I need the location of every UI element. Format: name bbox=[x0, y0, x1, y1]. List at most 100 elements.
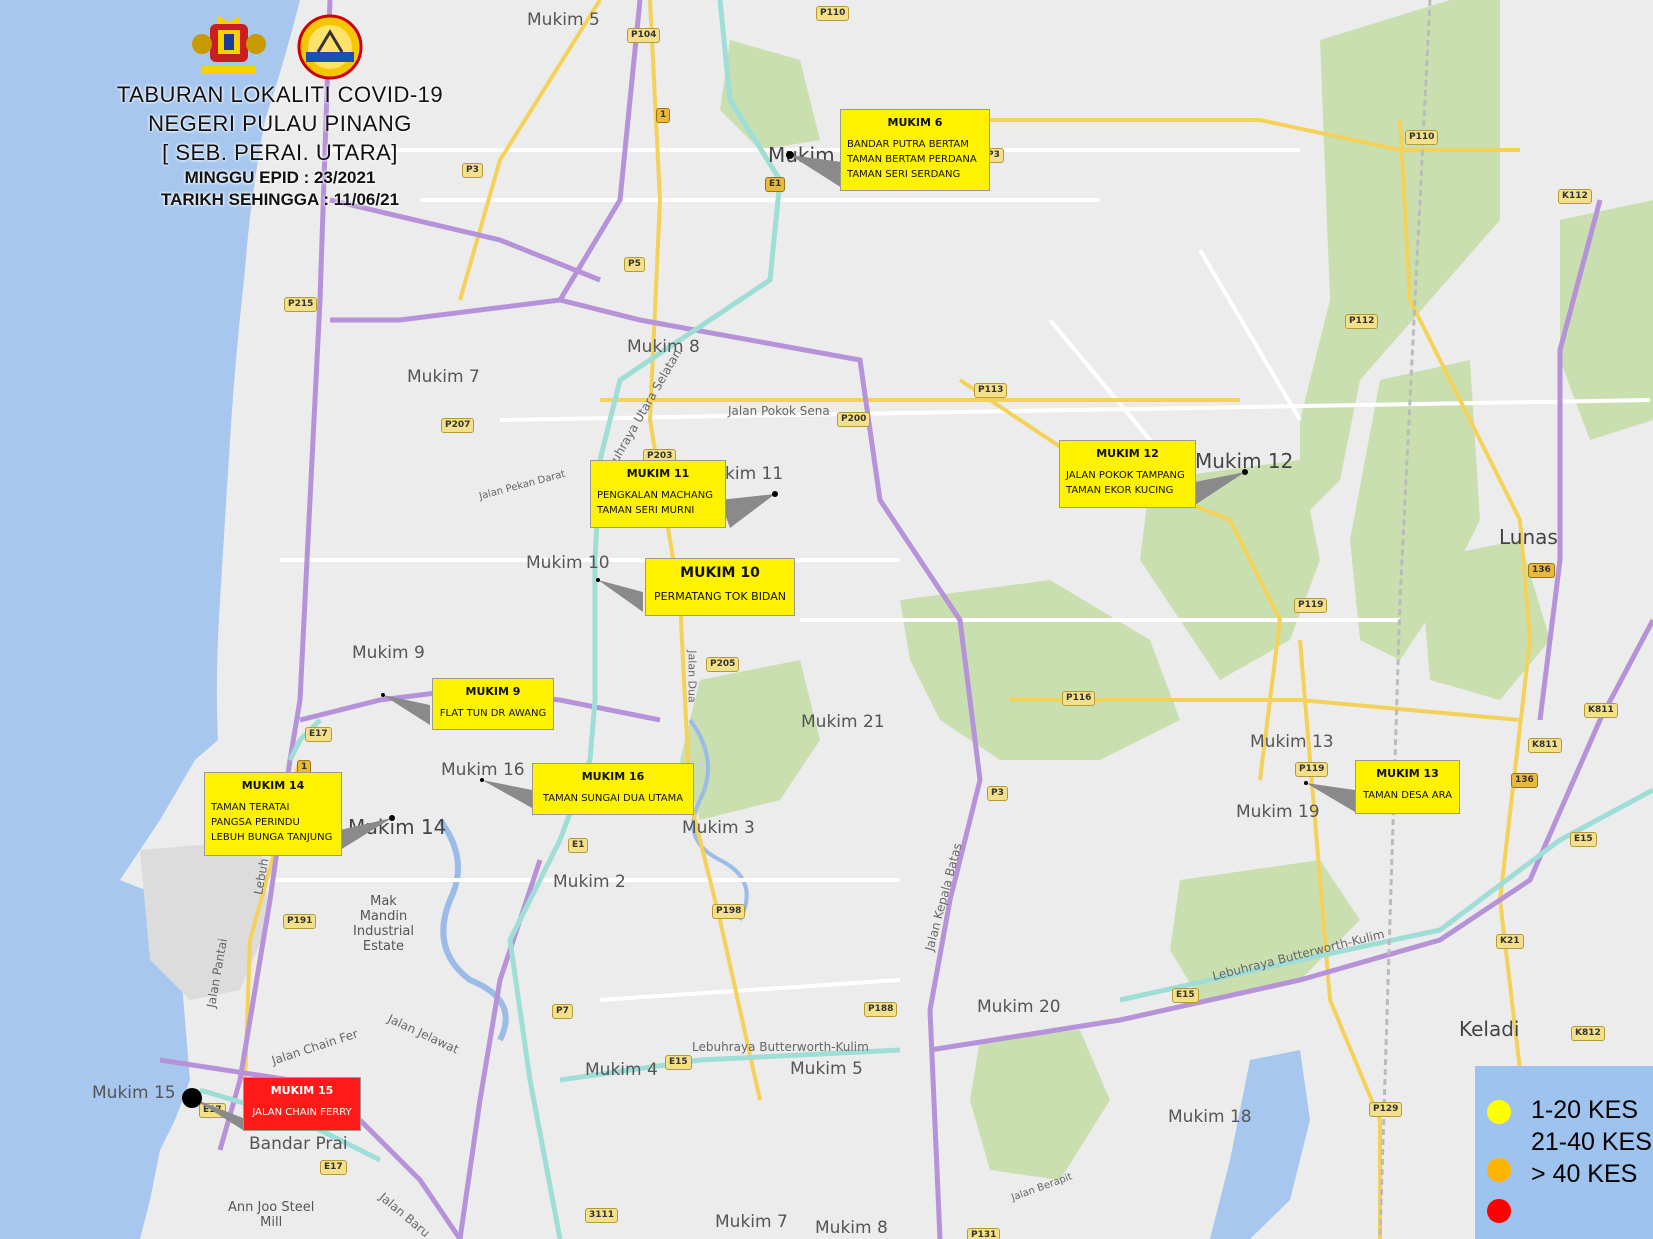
callout-line: LEBUH BUNGA TANJUNG bbox=[211, 832, 333, 843]
health-department-logo-icon bbox=[297, 14, 363, 80]
place-label: Mukim 7 bbox=[407, 367, 480, 387]
callout-line: TAMAN DESA ARA bbox=[1362, 790, 1453, 801]
place-label: Mukim 3 bbox=[682, 818, 755, 838]
legend-label: > 40 KES bbox=[1531, 1160, 1638, 1188]
callout-mukim12[interactable]: MUKIM 12 JALAN POKOK TAMPANG TAMAN EKOR … bbox=[1059, 440, 1196, 508]
legend-item bbox=[1487, 1199, 1511, 1223]
route-shield: E15 bbox=[1172, 988, 1199, 1003]
place-label: Mukim 8 bbox=[627, 337, 700, 357]
route-shield: P113 bbox=[974, 383, 1008, 398]
route-shield: P200 bbox=[837, 412, 871, 427]
route-shield: E17 bbox=[199, 1103, 226, 1118]
route-shield: P119 bbox=[1294, 598, 1328, 613]
place-label: Mukim 9 bbox=[352, 643, 425, 663]
callout-line: PANGSA PERINDU bbox=[211, 817, 300, 828]
callout-mukim10[interactable]: MUKIM 10 PERMATANG TOK BIDAN bbox=[645, 558, 795, 616]
route-shield: P131 bbox=[967, 1228, 1001, 1239]
state-crest-icon bbox=[192, 16, 266, 74]
place-label: Mukim 5 bbox=[790, 1059, 863, 1079]
place-label: Ann Joo Steel Mill bbox=[228, 1200, 315, 1230]
legend-item bbox=[1487, 1158, 1511, 1182]
callout-line: PERMATANG TOK BIDAN bbox=[654, 590, 786, 603]
route-shield: P112 bbox=[1345, 314, 1379, 329]
callout-mukim11[interactable]: MUKIM 11 PENGKALAN MACHANG TAMAN SERI MU… bbox=[590, 460, 726, 528]
callout-mukim16[interactable]: MUKIM 16 TAMAN SUNGAI DUA UTAMA bbox=[532, 763, 694, 815]
place-label: Mukim 8 bbox=[815, 1218, 888, 1238]
callout-mukim9[interactable]: MUKIM 9 FLAT TUN DR AWANG bbox=[432, 678, 554, 730]
legend-swatch-yellow bbox=[1487, 1100, 1511, 1124]
place-label: Mukim 14 bbox=[348, 815, 447, 839]
place-label: Mukim 20 bbox=[977, 997, 1061, 1017]
data-date: TARIKH SEHINGGA : 11/06/21 bbox=[160, 190, 400, 209]
legend: 1-20 KES 21-40 KES > 40 KES bbox=[1475, 1066, 1653, 1239]
route-shield: P3 bbox=[462, 163, 483, 178]
route-shield: E17 bbox=[320, 1160, 347, 1175]
place-label: Mukim 4 bbox=[585, 1060, 658, 1080]
callout-mukim15[interactable]: MUKIM 15 JALAN CHAIN FERRY bbox=[243, 1077, 361, 1131]
route-shield: P205 bbox=[706, 657, 740, 672]
map-title: TABURAN LOKALITI COVID-19 NEGERI PULAU P… bbox=[100, 80, 460, 211]
route-shield: K112 bbox=[1558, 189, 1592, 204]
route-shield: P198 bbox=[712, 904, 746, 919]
street-label: Jalan Dua bbox=[685, 650, 699, 703]
callout-title: MUKIM 14 bbox=[241, 779, 305, 792]
route-shield: P7 bbox=[552, 1004, 573, 1019]
route-shield: P110 bbox=[816, 6, 850, 21]
route-shield: P119 bbox=[1295, 762, 1329, 777]
callout-line: JALAN CHAIN FERRY bbox=[252, 1107, 352, 1118]
street-label: Lebuhraya Butterworth-Kulim bbox=[692, 1040, 869, 1054]
place-label: Mukim 21 bbox=[801, 712, 885, 732]
callout-mukim13[interactable]: MUKIM 13 TAMAN DESA ARA bbox=[1355, 760, 1460, 814]
callout-title: MUKIM 15 bbox=[270, 1084, 334, 1097]
route-shield: P207 bbox=[441, 418, 475, 433]
callout-title: MUKIM 13 bbox=[1376, 767, 1439, 780]
callout-title: MUKIM 16 bbox=[581, 770, 645, 783]
place-label: Mukim 10 bbox=[526, 553, 610, 573]
route-shield: P110 bbox=[1405, 130, 1439, 145]
legend-item bbox=[1487, 1100, 1511, 1124]
callout-line: TAMAN SERI SERDANG bbox=[847, 169, 961, 180]
place-label: kim 11 bbox=[725, 464, 784, 484]
route-shield: P191 bbox=[283, 914, 317, 929]
place-label: Mukim 7 bbox=[715, 1212, 788, 1232]
route-shield: E1 bbox=[568, 838, 589, 853]
route-shield: K811 bbox=[1528, 738, 1562, 753]
place-label: Mukim 13 bbox=[1250, 732, 1334, 752]
route-shield: P215 bbox=[284, 297, 318, 312]
street-label: Jalan Pokok Sena bbox=[728, 404, 830, 418]
callout-mukim6[interactable]: MUKIM 6 BANDAR PUTRA BERTAM TAMAN BERTAM… bbox=[840, 109, 990, 191]
route-shield: P3 bbox=[987, 786, 1008, 801]
place-label: Mukim 18 bbox=[1168, 1107, 1252, 1127]
place-label: Lunas bbox=[1499, 525, 1558, 549]
place-label: Mukim 19 bbox=[1236, 802, 1320, 822]
legend-label: 1-20 KES bbox=[1531, 1096, 1639, 1124]
callout-line: JALAN POKOK TAMPANG bbox=[1066, 470, 1185, 481]
callout-line: TAMAN BERTAM PERDANA bbox=[847, 154, 977, 165]
place-label: Mukim 2 bbox=[553, 872, 626, 892]
route-shield: 1 bbox=[656, 108, 671, 123]
route-shield: P5 bbox=[624, 257, 645, 272]
callout-title: MUKIM 10 bbox=[680, 565, 760, 581]
epid-week: MINGGU EPID : 23/2021 bbox=[184, 168, 376, 187]
title-line-3: [ SEB. PERAI. UTARA] bbox=[162, 140, 398, 165]
place-label: Mak Mandin Industrial Estate bbox=[353, 894, 414, 954]
callout-title: MUKIM 12 bbox=[1096, 447, 1159, 460]
map[interactable]: TABURAN LOKALITI COVID-19 NEGERI PULAU P… bbox=[0, 0, 1653, 1239]
place-label: Mukim 16 bbox=[441, 760, 525, 780]
route-shield: E15 bbox=[665, 1055, 692, 1070]
route-shield: 136 bbox=[1528, 563, 1555, 578]
route-shield: K812 bbox=[1571, 1026, 1605, 1041]
route-shield: P188 bbox=[864, 1002, 898, 1017]
legend-swatch-orange bbox=[1487, 1158, 1511, 1182]
title-line-1: TABURAN LOKALITI COVID-19 bbox=[116, 82, 444, 107]
callout-title: MUKIM 9 bbox=[465, 685, 521, 698]
callout-mukim14[interactable]: MUKIM 14 TAMAN TERATAI PANGSA PERINDU LE… bbox=[204, 772, 342, 856]
route-shield: K811 bbox=[1584, 703, 1618, 718]
callout-line: TAMAN EKOR KUCING bbox=[1066, 485, 1174, 496]
place-label: Bandar Prai bbox=[249, 1134, 348, 1154]
route-shield: P129 bbox=[1369, 1102, 1403, 1117]
title-line-2: NEGERI PULAU PINANG bbox=[148, 111, 412, 136]
place-label: Mukim 12 bbox=[1195, 449, 1294, 473]
route-shield: E1 bbox=[765, 177, 786, 192]
callout-line: TAMAN SERI MURNI bbox=[597, 505, 695, 516]
